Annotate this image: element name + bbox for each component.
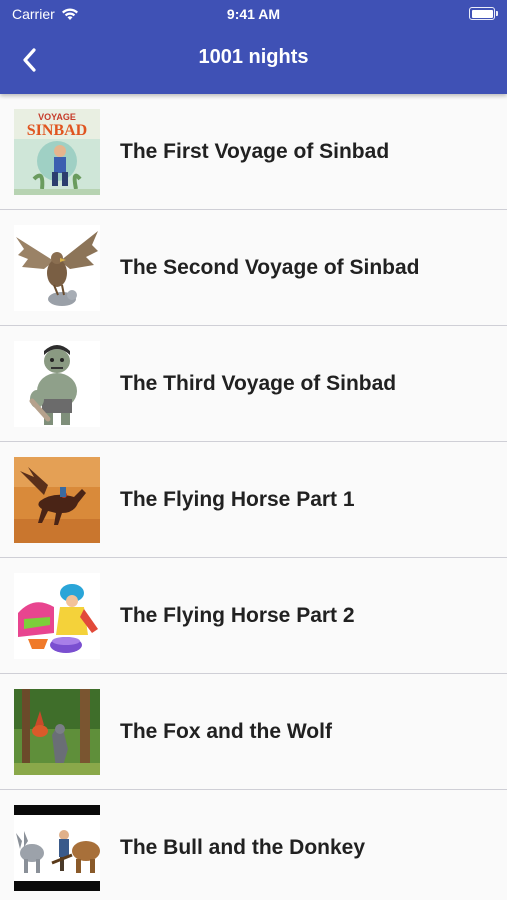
page-title: 1001 nights (198, 46, 309, 68)
list-item-third-voyage[interactable]: The Third Voyage of Sinbad (0, 326, 507, 442)
story-title: The Flying Horse Part 1 (120, 488, 355, 511)
app-bar: Carrier 9:41 AM 1001 nights (0, 0, 507, 94)
story-title: The Second Voyage of Sinbad (120, 256, 420, 279)
list-item-bull-and-donkey[interactable]: The Bull and the Donkey (0, 790, 507, 900)
wolf-forest-thumbnail (14, 689, 100, 775)
cover-title-sinbad: SINBAD (27, 122, 87, 139)
list-item-flying-horse-1[interactable]: The Flying Horse Part 1 (0, 442, 507, 558)
story-title: The Fox and the Wolf (120, 720, 332, 743)
story-title: The Third Voyage of Sinbad (120, 372, 397, 395)
story-title: The Bull and the Donkey (120, 836, 366, 859)
status-time: 9:41 AM (226, 6, 281, 22)
winged-horse-thumbnail (14, 457, 100, 543)
list-item-second-voyage[interactable]: The Second Voyage of Sinbad (0, 210, 507, 326)
list-item-fox-and-wolf[interactable]: The Fox and the Wolf (0, 674, 507, 790)
donkey-bull-thumbnail (14, 805, 100, 891)
cover-title-voyage: VOYAGE (38, 112, 76, 122)
status-bar: Carrier 9:41 AM (0, 0, 507, 28)
battery-icon (469, 7, 498, 20)
story-title: The First Voyage of Sinbad (120, 140, 390, 163)
sinbad-book-cover-thumbnail: VOYAGE SINBAD (14, 109, 100, 195)
colorful-figure-thumbnail (14, 573, 100, 659)
giant-bird-thumbnail (14, 225, 100, 311)
story-list: VOYAGE SINBAD The First Voyage of Sinbad (0, 94, 507, 900)
list-item-flying-horse-2[interactable]: The Flying Horse Part 2 (0, 558, 507, 674)
story-title: The Flying Horse Part 2 (120, 604, 355, 627)
ogre-thumbnail (14, 341, 100, 427)
list-item-first-voyage[interactable]: VOYAGE SINBAD The First Voyage of Sinbad (0, 94, 507, 210)
